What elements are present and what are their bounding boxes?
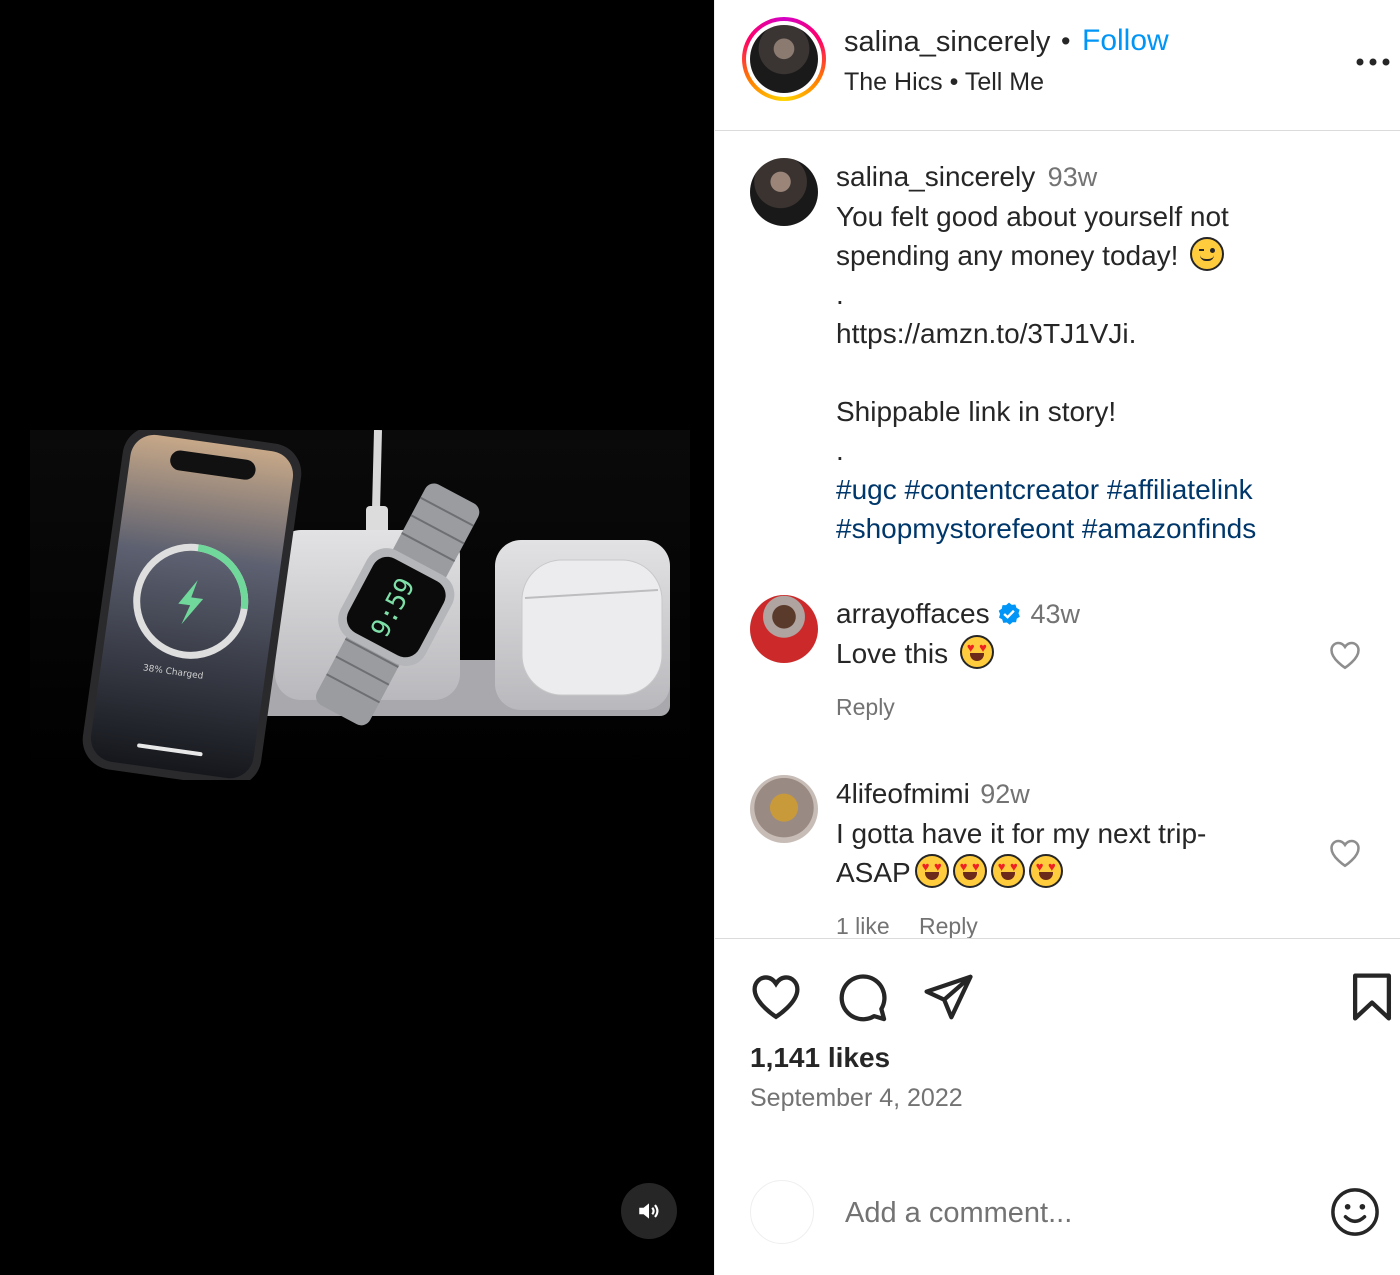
reply-button[interactable]: Reply xyxy=(919,913,978,938)
comment-text-line: ASAP xyxy=(836,853,1316,892)
add-comment-bar xyxy=(715,1150,1400,1275)
post-date[interactable]: September 4, 2022 xyxy=(750,1084,963,1113)
comment-text: I gotta have it for my next trip- ASAP xyxy=(836,814,1316,892)
follow-button[interactable]: Follow xyxy=(1082,24,1169,58)
header-username[interactable]: salina_sincerely xyxy=(844,26,1050,59)
caption-time[interactable]: 93w xyxy=(1048,162,1098,192)
verified-icon xyxy=(998,602,1020,625)
comment-header: 4lifeofmimi 92w xyxy=(836,778,1030,810)
caption-avatar[interactable] xyxy=(750,158,818,226)
comment-icon[interactable] xyxy=(835,970,889,1024)
hashtag-link[interactable]: #amazonfinds xyxy=(1082,513,1256,544)
comment-avatar[interactable] xyxy=(750,775,818,843)
comment-avatar[interactable] xyxy=(750,595,818,663)
likes-count[interactable]: 1,141 likes xyxy=(750,1042,890,1074)
caption-username[interactable]: salina_sincerely xyxy=(836,161,1035,192)
bookmark-icon[interactable] xyxy=(1345,970,1399,1024)
comment-input[interactable] xyxy=(845,1188,1305,1238)
story-ring[interactable] xyxy=(742,17,826,101)
hashtag-link[interactable]: #contentcreator xyxy=(905,474,1100,505)
comment-text-content: ASAP xyxy=(836,857,911,888)
hashtag-link[interactable]: #ugc xyxy=(836,474,897,505)
comment-like-heart-icon[interactable] xyxy=(1327,637,1363,673)
hashtag-link[interactable]: #affiliatelink xyxy=(1107,474,1253,505)
reply-button[interactable]: Reply xyxy=(836,694,895,721)
avatar[interactable] xyxy=(750,25,818,93)
caption-line: Shippable link in story! xyxy=(836,396,1117,427)
hashtag-link[interactable]: #shopmystorefeont xyxy=(836,513,1074,544)
header-separator: • xyxy=(1061,26,1071,56)
current-user-avatar xyxy=(750,1180,814,1244)
charger-photo: 9:59 38% Charged xyxy=(30,430,690,780)
comment-time[interactable]: 92w xyxy=(980,779,1030,809)
comment-text: Love this xyxy=(836,634,994,673)
comment-header: arrayoffaces 43w xyxy=(836,598,1080,630)
heart-eyes-emoji-icon xyxy=(914,854,949,888)
smirk-emoji-icon xyxy=(1190,237,1225,271)
comments-list[interactable]: salina_sincerely 93w You felt good about… xyxy=(715,131,1400,939)
comment-username[interactable]: arrayoffaces xyxy=(836,598,990,629)
comment-likes-count[interactable]: 1 like xyxy=(836,913,890,938)
caption-line-text: spending any money today! xyxy=(836,240,1179,271)
comment-text-content: Love this xyxy=(836,638,949,669)
comment-time[interactable]: 43w xyxy=(1030,599,1080,629)
share-icon[interactable] xyxy=(921,970,975,1024)
heart-icon[interactable] xyxy=(749,970,803,1024)
story-ring-inner xyxy=(746,21,822,97)
caption-link: https://amzn.to/3TJ1VJi. xyxy=(836,318,1137,349)
caption-dot: . xyxy=(836,435,844,466)
volume-icon xyxy=(639,1203,659,1219)
smile-icon[interactable] xyxy=(1329,1186,1381,1238)
more-icon xyxy=(1356,58,1390,66)
caption-line: You felt good about yourself not xyxy=(836,201,1229,232)
caption-header: salina_sincerely 93w xyxy=(836,161,1097,193)
caption-dot: . xyxy=(836,279,844,310)
hashtags: #ugc #contentcreator #affiliatelink #sho… xyxy=(836,470,1376,548)
post-header: salina_sincerely • Follow The Hics • Tel… xyxy=(715,0,1400,131)
heart-eyes-emoji-icon xyxy=(1028,854,1063,888)
comment-username[interactable]: 4lifeofmimi xyxy=(836,778,970,809)
mute-button[interactable] xyxy=(621,1183,677,1239)
more-options-button[interactable] xyxy=(1353,42,1393,82)
post-media[interactable]: 9:59 38% Charged xyxy=(0,0,714,1275)
heart-eyes-emoji-icon xyxy=(952,854,987,888)
heart-eyes-emoji-icon xyxy=(990,854,1025,888)
post-actions: 1,141 likes September 4, 2022 xyxy=(715,940,1400,1140)
caption-line: spending any money today! xyxy=(836,236,1376,275)
comment-text-line: I gotta have it for my next trip- xyxy=(836,818,1207,849)
caption-text: You felt good about yourself not spendin… xyxy=(836,197,1376,548)
post-side-panel: salina_sincerely • Follow The Hics • Tel… xyxy=(714,0,1400,1275)
audio-attribution[interactable]: The Hics • Tell Me xyxy=(844,68,1044,97)
heart-eyes-emoji-icon xyxy=(959,635,994,669)
comment-like-heart-icon[interactable] xyxy=(1327,835,1363,871)
